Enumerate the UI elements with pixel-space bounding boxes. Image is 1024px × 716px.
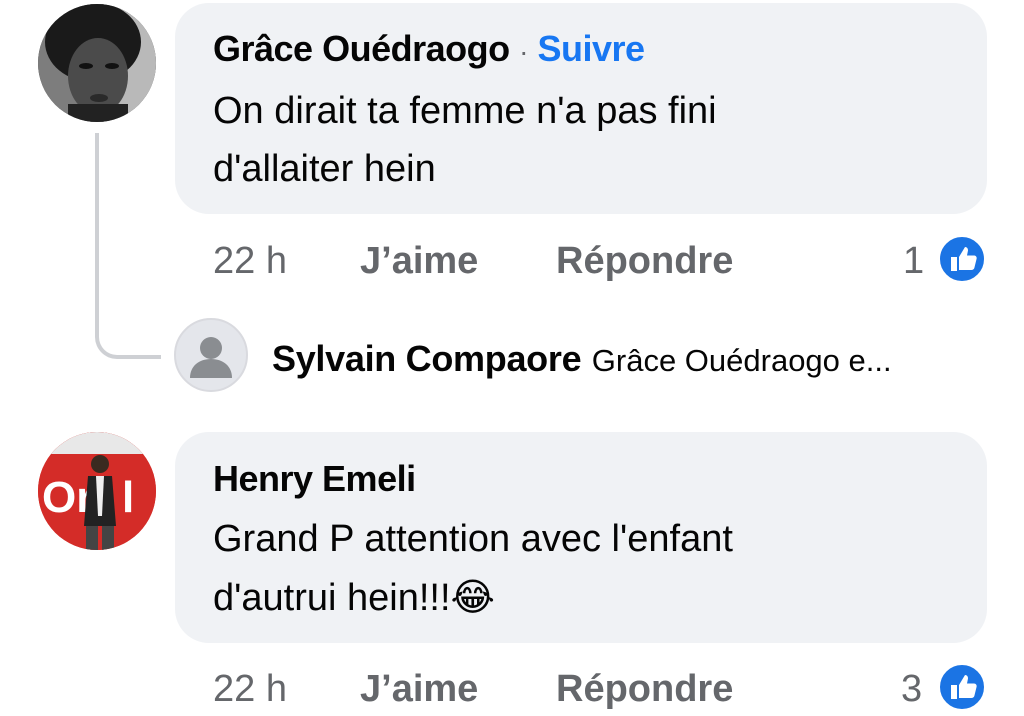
reply-button[interactable]: Répondre (556, 240, 733, 283)
comment-time: 22 h (213, 668, 287, 710)
comment-text-grace: On dirait ta femme n'a pas fini d'allait… (213, 82, 717, 198)
profile-photo-icon: Or l (38, 432, 156, 550)
avatar-grace[interactable] (38, 4, 156, 122)
comment-text-fragment: d'autrui hein!!! (213, 577, 451, 619)
comment-text-henry: Grand P attention avec l'enfant d'autrui… (213, 510, 733, 627)
svg-text:l: l (122, 473, 134, 522)
thumbs-up-icon[interactable] (937, 234, 987, 284)
like-button[interactable]: J’aime (360, 240, 478, 283)
comment-text-line: d'allaiter hein (213, 148, 436, 190)
author-name[interactable]: Grâce Ouédraogo (213, 28, 510, 69)
follow-button[interactable]: Suivre (537, 28, 645, 69)
separator-dot: · (519, 36, 528, 67)
like-button[interactable]: J’aime (360, 668, 478, 711)
default-user-icon (190, 337, 232, 378)
comment-time: 22 h (213, 240, 287, 282)
thumbs-up-icon[interactable] (937, 662, 987, 712)
comment-author-henry[interactable]: Henry Emeli (213, 458, 416, 500)
avatar-henry[interactable]: Or l (38, 432, 156, 550)
reaction-count[interactable]: 3 (901, 668, 922, 711)
reply-preview[interactable]: Sylvain Compaore Grâce Ouédraogo e... (272, 338, 892, 380)
avatar-sylvain[interactable] (174, 318, 248, 392)
reply-snippet: Grâce Ouédraogo e... (591, 343, 892, 378)
profile-photo-icon (38, 4, 156, 122)
reply-author[interactable]: Sylvain Compaore (272, 338, 582, 379)
comment-author-grace[interactable]: Grâce Ouédraogo · Suivre (213, 28, 645, 70)
comment-text-line: On dirait ta femme n'a pas fini (213, 90, 717, 132)
reaction-count[interactable]: 1 (903, 240, 924, 283)
reply-thread-line (95, 133, 161, 359)
laughing-emoji-icon: 😂 (450, 575, 495, 619)
reply-button[interactable]: Répondre (556, 668, 733, 711)
comment-text-line: Grand P attention avec l'enfant (213, 518, 733, 560)
comment-text-line: d'autrui hein!!!😂 (213, 568, 733, 627)
